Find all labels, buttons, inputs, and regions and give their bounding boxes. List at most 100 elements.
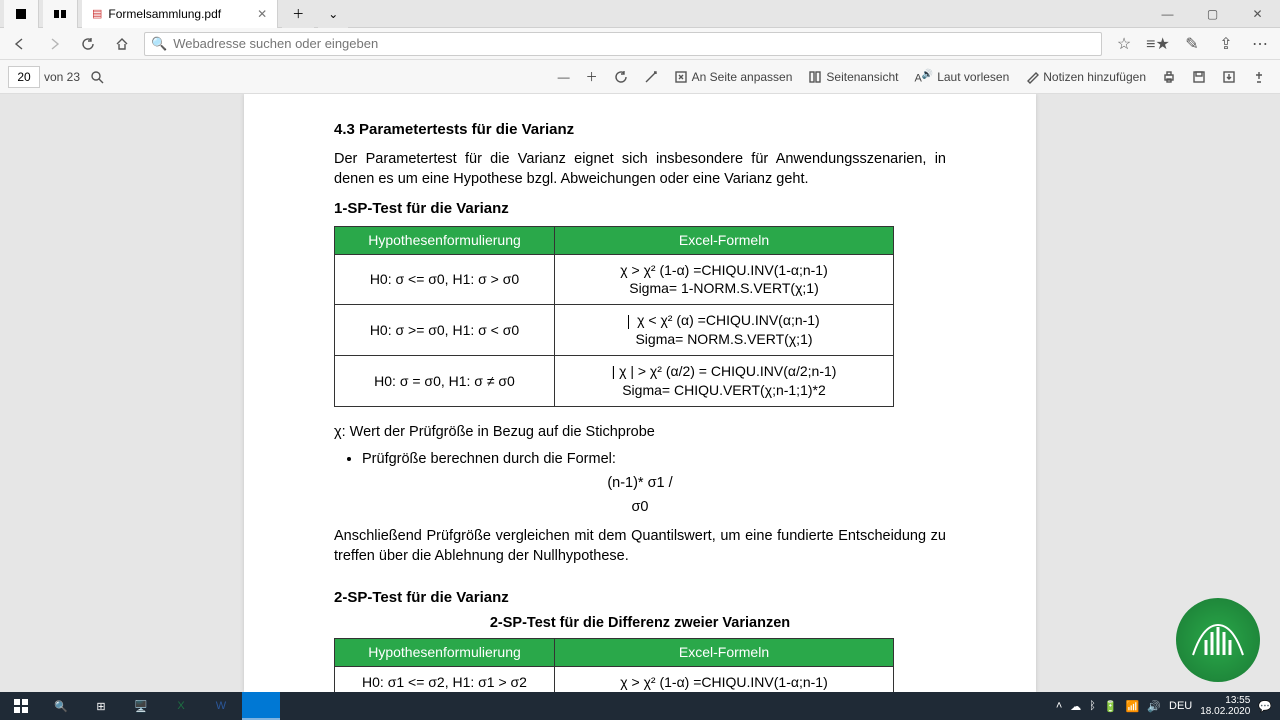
close-tab-icon[interactable]: ✕ — [257, 7, 267, 21]
intro-text: Der Parametertest für die Varianz eignet… — [334, 150, 946, 189]
save-as-button[interactable] — [1216, 66, 1242, 88]
tab-set-aside[interactable] — [4, 0, 39, 28]
cell: H0: σ >= σ0, H1: σ < σ0 — [335, 305, 555, 356]
list-item: Prüfgröße berechnen durch die Formel: — [362, 450, 946, 470]
start-button[interactable] — [2, 692, 40, 720]
cell: χ > χ² (1-α) =CHIQU.INV(1-α;n-1) Sigma= … — [555, 254, 894, 305]
watermark-badge — [1176, 598, 1260, 682]
cell: H0: σ = σ0, H1: σ ≠ σ0 — [335, 356, 555, 407]
chi-note: χ: Wert der Prüfgröße in Bezug auf die S… — [334, 423, 946, 443]
forward-button[interactable] — [42, 32, 66, 56]
read-aloud-button[interactable]: A🔊Laut vorlesen — [908, 65, 1015, 89]
system-tray: ˄ ☁ ᛒ 🔋 📶 🔊 DEU 13:55 18.02.2020 💬 — [1056, 695, 1278, 717]
formula-line-2: σ0 — [334, 498, 946, 518]
sp2-heading: 2-SP-Test für die Varianz — [334, 588, 946, 608]
bullet-list: Prüfgröße berechnen durch die Formel: — [334, 450, 946, 470]
window-minimize[interactable]: — — [1145, 0, 1190, 28]
print-button[interactable] — [1156, 66, 1182, 88]
section-heading: 4.3 Parametertests für die Varianz — [334, 120, 946, 140]
tray-notifications-icon[interactable]: 💬 — [1258, 700, 1272, 713]
address-input[interactable] — [173, 36, 1095, 51]
page-view-button[interactable]: Seitenansicht — [802, 66, 904, 88]
search-taskbar-button[interactable]: 🔍 — [42, 692, 80, 720]
tab-show-tabs[interactable] — [43, 0, 78, 28]
window-maximize[interactable]: ▢ — [1190, 0, 1235, 28]
page-view-label: Seitenansicht — [826, 70, 898, 84]
tray-wifi-icon[interactable]: 📶 — [1126, 700, 1140, 713]
th-excel: Excel-Formeln — [555, 639, 894, 667]
cell: H0: σ1 <= σ2, H1: σ1 > σ2 — [335, 666, 555, 692]
window-close[interactable]: ✕ — [1235, 0, 1280, 28]
th-excel: Excel-Formeln — [555, 226, 894, 254]
text-cursor — [628, 315, 629, 329]
fit-page-button[interactable]: An Seite anpassen — [668, 66, 799, 88]
browser-tab-active[interactable]: ▤ Formelsammlung.pdf ✕ — [82, 0, 278, 28]
tray-chevron-icon[interactable]: ˄ — [1056, 700, 1062, 712]
favorites-list-button[interactable]: ≡★ — [1146, 32, 1170, 56]
sp1-heading: 1-SP-Test für die Varianz — [334, 199, 946, 219]
table-row: H0: σ >= σ0, H1: σ < σ0 χ < χ² (α) =CHIQ… — [335, 305, 894, 356]
fit-page-label: An Seite anpassen — [692, 70, 793, 84]
clock-date: 18.02.2020 — [1200, 706, 1250, 717]
variance-test-table-2: Hypothesenformulierung Excel-Formeln H0:… — [334, 638, 894, 692]
save-button[interactable] — [1186, 66, 1212, 88]
table-row: H0: σ <= σ0, H1: σ > σ0 χ > χ² (1-α) =CH… — [335, 254, 894, 305]
task-view-button[interactable]: ⊞ — [82, 692, 120, 720]
find-button[interactable] — [84, 66, 110, 88]
draw-button[interactable] — [638, 66, 664, 88]
home-button[interactable] — [110, 32, 134, 56]
cell-line: Sigma= NORM.S.VERT(χ;1) — [561, 330, 887, 349]
tray-onedrive-icon[interactable]: ☁ — [1070, 700, 1081, 713]
refresh-button[interactable] — [76, 32, 100, 56]
tab-title: Formelsammlung.pdf — [108, 7, 221, 21]
th-hypothesis: Hypothesenformulierung — [335, 226, 555, 254]
cell: χ < χ² (α) =CHIQU.INV(α;n-1) Sigma= NORM… — [555, 305, 894, 356]
page-number-input[interactable] — [8, 66, 40, 88]
tray-battery-icon[interactable]: 🔋 — [1104, 700, 1118, 713]
search-icon: 🔍 — [151, 36, 167, 52]
add-notes-button[interactable]: Notizen hinzufügen — [1019, 66, 1152, 88]
address-bar[interactable]: 🔍 — [144, 32, 1102, 56]
taskbar-app-excel[interactable]: X — [162, 692, 200, 720]
reading-list-button[interactable]: ✎ — [1180, 32, 1204, 56]
share-button[interactable]: ⇪ — [1214, 32, 1238, 56]
new-tab-button[interactable]: ＋ — [282, 0, 314, 28]
window-titlebar: ▤ Formelsammlung.pdf ✕ ＋ ⌄ — ▢ ✕ — [0, 0, 1280, 28]
windows-taskbar: 🔍 ⊞ 🖥️ X W ˄ ☁ ᛒ 🔋 📶 🔊 DEU 13:55 18.02.2… — [0, 692, 1280, 720]
cell-line: Sigma= 1-NORM.S.VERT(χ;1) — [561, 279, 887, 298]
tray-bluetooth-icon[interactable]: ᛒ — [1089, 700, 1096, 712]
more-button[interactable]: ⋯ — [1248, 32, 1272, 56]
taskbar-app-word[interactable]: W — [202, 692, 240, 720]
tab-overflow[interactable]: ⌄ — [318, 0, 348, 28]
pin-toolbar-button[interactable] — [1246, 66, 1272, 88]
table-row: H0: σ = σ0, H1: σ ≠ σ0 | χ | > χ² (α/2) … — [335, 356, 894, 407]
taskbar-app-edge[interactable] — [242, 692, 280, 720]
tray-language[interactable]: DEU — [1169, 700, 1192, 712]
pdf-viewer[interactable]: 4.3 Parametertests für die Varianz Der P… — [0, 94, 1280, 692]
add-notes-label: Notizen hinzufügen — [1043, 70, 1146, 84]
browser-navbar: 🔍 ☆ ≡★ ✎ ⇪ ⋯ — [0, 28, 1280, 60]
formula-line-1: (n-1)* σ1 / — [334, 474, 946, 494]
cell: | χ | > χ² (α/2) = CHIQU.INV(α/2;n-1) Si… — [555, 356, 894, 407]
taskbar-clock[interactable]: 13:55 18.02.2020 — [1200, 695, 1250, 717]
pdf-page: 4.3 Parametertests für die Varianz Der P… — [244, 94, 1036, 692]
read-aloud-label: Laut vorlesen — [937, 70, 1009, 84]
cell-line: Sigma= CHIQU.VERT(χ;n-1;1)*2 — [561, 381, 887, 400]
sp2-subheading: 2-SP-Test für die Differenz zweier Varia… — [334, 614, 946, 634]
clock-time: 13:55 — [1200, 695, 1250, 706]
page-count-label: von 23 — [44, 70, 80, 84]
back-button[interactable] — [8, 32, 32, 56]
favorite-button[interactable]: ☆ — [1112, 32, 1136, 56]
cell: χ > χ² (1-α) =CHIQU.INV(1-α;n-1) — [555, 666, 894, 692]
rotate-button[interactable] — [608, 66, 634, 88]
table-row: H0: σ1 <= σ2, H1: σ1 > σ2 χ > χ² (1-α) =… — [335, 666, 894, 692]
tray-volume-icon[interactable]: 🔊 — [1147, 700, 1161, 713]
cell: H0: σ <= σ0, H1: σ > σ0 — [335, 254, 555, 305]
closing-text: Anschließend Prüfgröße vergleichen mit d… — [334, 527, 946, 566]
cell-line: χ < χ² (α) =CHIQU.INV(α;n-1) — [637, 312, 820, 328]
taskbar-app-1[interactable]: 🖥️ — [122, 692, 160, 720]
zoom-out-button[interactable]: — — [552, 66, 576, 88]
cell-line: | χ | > χ² (α/2) = CHIQU.INV(α/2;n-1) — [561, 362, 887, 381]
zoom-in-button[interactable]: ＋ — [580, 64, 604, 89]
pdf-icon: ▤ — [92, 7, 102, 20]
